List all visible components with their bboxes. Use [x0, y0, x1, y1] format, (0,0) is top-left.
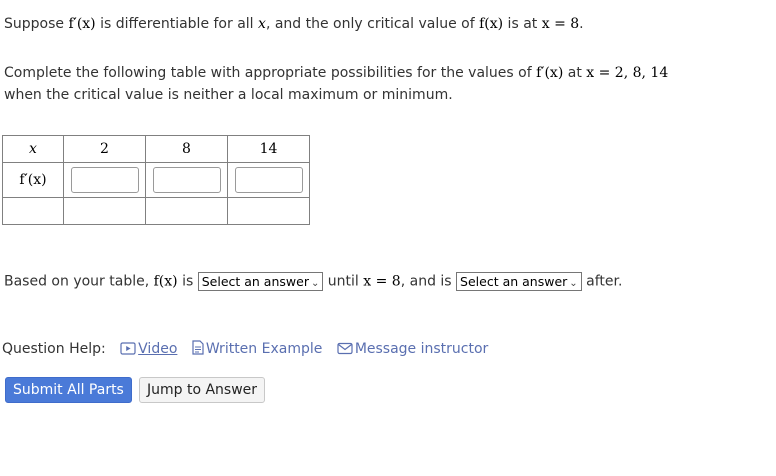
instructions-text: Complete the following table with approp… — [4, 65, 537, 81]
table-cell — [63, 197, 146, 225]
statement-text: , and the only critical value of — [265, 16, 480, 32]
math-x: x — [258, 16, 266, 32]
row-label-f-prime: f′(x) — [2, 162, 64, 198]
video-link[interactable]: Video — [138, 341, 177, 357]
statement-text: is at — [503, 16, 542, 32]
select-value: Select an answer — [201, 274, 309, 289]
table-cell — [145, 197, 228, 225]
document-icon — [192, 340, 204, 359]
statement-text: . — [579, 16, 584, 32]
f-prime-at-14-input[interactable] — [234, 167, 303, 193]
chevron-down-icon: ⌄ — [310, 278, 320, 289]
math-x-eq-8: x = 8 — [541, 16, 580, 32]
math-f-prime: f′(x) — [68, 16, 96, 32]
conclusion-text: until — [323, 273, 364, 290]
problem-statement: Suppose f′(x) is differentiable for all … — [4, 16, 584, 32]
written-example-link[interactable]: Written Example — [206, 341, 323, 357]
math-f-x: f(x) — [479, 16, 504, 32]
math-f-prime: f′(x) — [536, 65, 564, 81]
conclusion-text: is — [177, 273, 198, 290]
statement-text: Suppose — [4, 16, 69, 32]
jump-to-answer-button[interactable]: Jump to Answer — [139, 377, 266, 403]
question-help: Question Help: Video Written Example Mes… — [2, 340, 488, 359]
f-prime-at-2-input[interactable] — [70, 167, 139, 193]
conclusion-text: after. — [581, 273, 623, 290]
conclusion-text: Based on your table, — [4, 273, 154, 290]
mail-icon — [337, 342, 353, 359]
values-table: x 2 8 14 f′(x) — [2, 135, 310, 225]
column-header-8: 8 — [145, 135, 228, 163]
video-icon — [120, 342, 136, 359]
table-cell — [145, 162, 228, 198]
chevron-down-icon: ⌄ — [569, 278, 578, 289]
table-instructions: Complete the following table with approp… — [4, 62, 668, 106]
math-f-x: f(x) — [153, 273, 178, 290]
math-x-eq-8: x = 8 — [363, 273, 401, 290]
message-instructor-link[interactable]: Message instructor — [355, 341, 489, 357]
table-empty-row — [2, 197, 310, 225]
behavior-after-select[interactable]: Select an answer ⌄ — [456, 272, 582, 291]
header-x: x — [2, 135, 64, 163]
table-input-row: f′(x) — [2, 162, 310, 198]
conclusion-sentence: Based on your table, f(x) is Select an a… — [4, 272, 622, 291]
submit-all-parts-button[interactable]: Submit All Parts — [5, 377, 132, 403]
instructions-text: when the critical value is neither a loc… — [4, 87, 453, 103]
table-cell — [63, 162, 146, 198]
question-help-label: Question Help: — [2, 341, 106, 357]
math-x-values: x = 2, 8, 14 — [586, 65, 669, 81]
f-prime-at-8-input[interactable] — [152, 167, 221, 193]
select-value: Select an answer — [460, 274, 568, 289]
column-header-14: 14 — [227, 135, 310, 163]
table-cell — [227, 162, 310, 198]
table-cell — [227, 197, 310, 225]
behavior-before-select[interactable]: Select an answer ⌄ — [197, 272, 324, 291]
instructions-text: at — [563, 65, 587, 81]
table-cell — [2, 197, 64, 225]
statement-text: is differentiable for all — [95, 16, 259, 32]
column-header-2: 2 — [63, 135, 146, 163]
conclusion-text: , and is — [400, 273, 457, 290]
table-header-row: x 2 8 14 — [2, 135, 310, 163]
